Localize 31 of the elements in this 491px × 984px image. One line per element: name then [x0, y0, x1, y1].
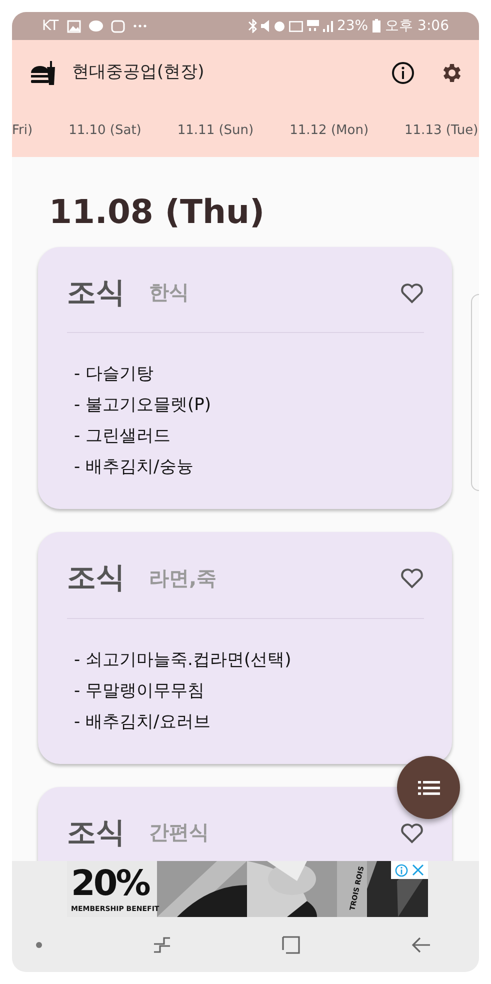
more-icon	[132, 24, 147, 28]
meal-title: 조식	[67, 814, 125, 850]
meal-category: 한식	[149, 279, 190, 306]
bluetooth-icon	[248, 19, 257, 33]
app-title: 현대중공업(현장)	[72, 60, 206, 84]
burger-drink-icon	[30, 60, 56, 84]
date-tab[interactable]: 11.12 (Mon)	[272, 121, 387, 141]
meal-category: 라면,죽	[149, 564, 218, 592]
image-icon	[66, 20, 81, 32]
clock-time: 오후 3:06	[385, 16, 449, 36]
battery-icon	[372, 19, 382, 33]
ad-headline: 20%	[71, 867, 149, 902]
close-icon[interactable]	[412, 864, 424, 876]
date-tab[interactable]: 11.11 (Sun)	[159, 121, 272, 141]
mute-icon	[260, 20, 270, 32]
signal-icon	[322, 20, 333, 32]
ad-info-icon[interactable]	[395, 864, 408, 876]
date-tab[interactable]: Fri)	[12, 121, 51, 141]
battery-percent: 23%	[336, 16, 368, 36]
carrier-name: KT	[42, 16, 59, 36]
info-button[interactable]	[391, 60, 415, 85]
meal-title: 조식	[67, 559, 125, 596]
favorite-button[interactable]	[400, 566, 424, 590]
meal-category: 간편식	[149, 819, 210, 846]
date-tab[interactable]: 11.10 (Sat)	[50, 121, 160, 141]
date-tab[interactable]: 11.13 (Tue)	[386, 121, 479, 141]
dot-icon	[36, 942, 42, 948]
chat-bubble-icon	[88, 20, 103, 32]
list-icon	[418, 780, 440, 796]
date-heading: 11.08 (Thu)	[49, 191, 266, 233]
meal-title: 조식	[67, 274, 125, 310]
